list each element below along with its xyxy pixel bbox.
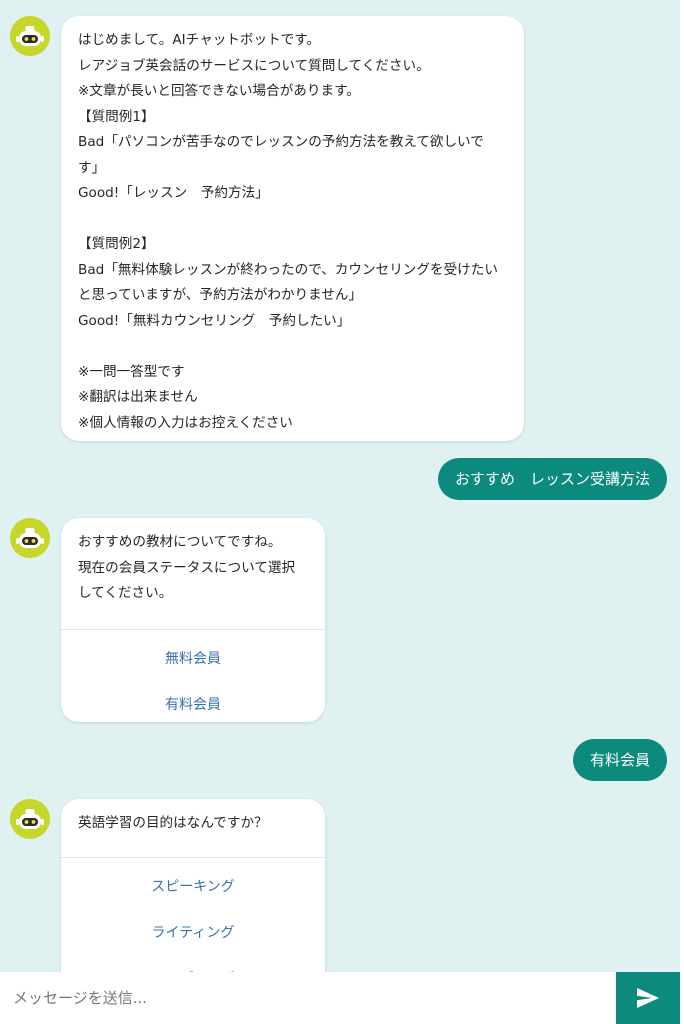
bot-avatar [10, 799, 50, 839]
choice-paid-member[interactable]: 有料会員 [61, 682, 325, 722]
choice-reading[interactable]: リーディング [61, 956, 325, 972]
user-message: 有料会員 [572, 739, 667, 781]
choice-writing[interactable]: ライティング [61, 910, 325, 956]
send-button[interactable] [616, 972, 680, 1024]
bot-avatar [10, 518, 50, 558]
bot-message-text: おすすめの教材についてですね。 現在の会員ステータスについて選択してください。 [78, 534, 296, 601]
chat-log[interactable]: はじめまして。AIチャットボットです。 レアジョブ英会話のサービスについて質問し… [0, 0, 680, 972]
choice-list: スピーキング ライティング リーディング [61, 857, 325, 972]
robot-icon [10, 799, 50, 839]
robot-icon [10, 16, 50, 56]
choice-speaking[interactable]: スピーキング [61, 864, 325, 910]
bot-message-text: 英語学習の目的はなんですか？ [78, 815, 268, 831]
bot-avatar [10, 16, 50, 56]
user-message: おすすめ レッスン受講方法 [437, 458, 667, 500]
choice-free-member[interactable]: 無料会員 [61, 636, 325, 682]
bot-message-text: はじめまして。AIチャットボットです。 レアジョブ英会話のサービスについて質問し… [78, 32, 498, 431]
bot-message: 英語学習の目的はなんですか？ スピーキング ライティング リーディング [61, 799, 325, 972]
scrollbar-track[interactable] [680, 0, 684, 972]
robot-icon [10, 518, 50, 558]
message-composer [0, 972, 684, 1024]
message-input[interactable] [0, 972, 616, 1024]
choice-list: 無料会員 有料会員 [61, 629, 325, 722]
bot-message: はじめまして。AIチャットボットです。 レアジョブ英会話のサービスについて質問し… [61, 16, 524, 441]
paper-plane-icon [637, 988, 659, 1008]
bot-message: おすすめの教材についてですね。 現在の会員ステータスについて選択してください。 … [61, 518, 325, 722]
